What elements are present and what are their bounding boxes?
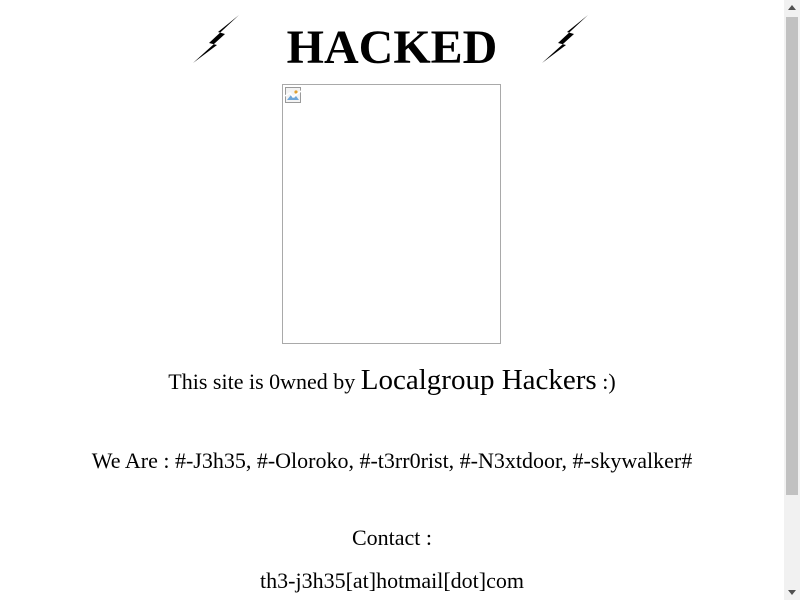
- scroll-down-arrow-icon[interactable]: [784, 584, 800, 600]
- group-name: Localgroup Hackers: [360, 364, 597, 396]
- broken-image-icon: [285, 87, 301, 103]
- vertical-scrollbar[interactable]: [784, 0, 800, 600]
- page-content: HACKED This site is 0wned by Localgroup …: [0, 0, 784, 600]
- owned-prefix: This site is 0wned by: [168, 369, 356, 394]
- members-list: We Are : #-J3h35, #-Oloroko, #-t3rr0rist…: [91, 448, 693, 473]
- contact-label: Contact :: [351, 525, 433, 550]
- owned-message: This site is 0wned by Localgroup Hackers…: [0, 364, 784, 398]
- broken-image: [282, 84, 501, 344]
- scroll-up-arrow-icon[interactable]: [784, 0, 800, 16]
- lightning-bolt-icon: [542, 15, 588, 63]
- header: HACKED: [0, 10, 784, 74]
- page-title: HACKED: [286, 21, 498, 74]
- contact-email: th3-j3h35[at]hotmail[dot]com: [260, 568, 524, 593]
- scrollbar-thumb[interactable]: [786, 17, 798, 495]
- owned-suffix: :): [602, 369, 616, 394]
